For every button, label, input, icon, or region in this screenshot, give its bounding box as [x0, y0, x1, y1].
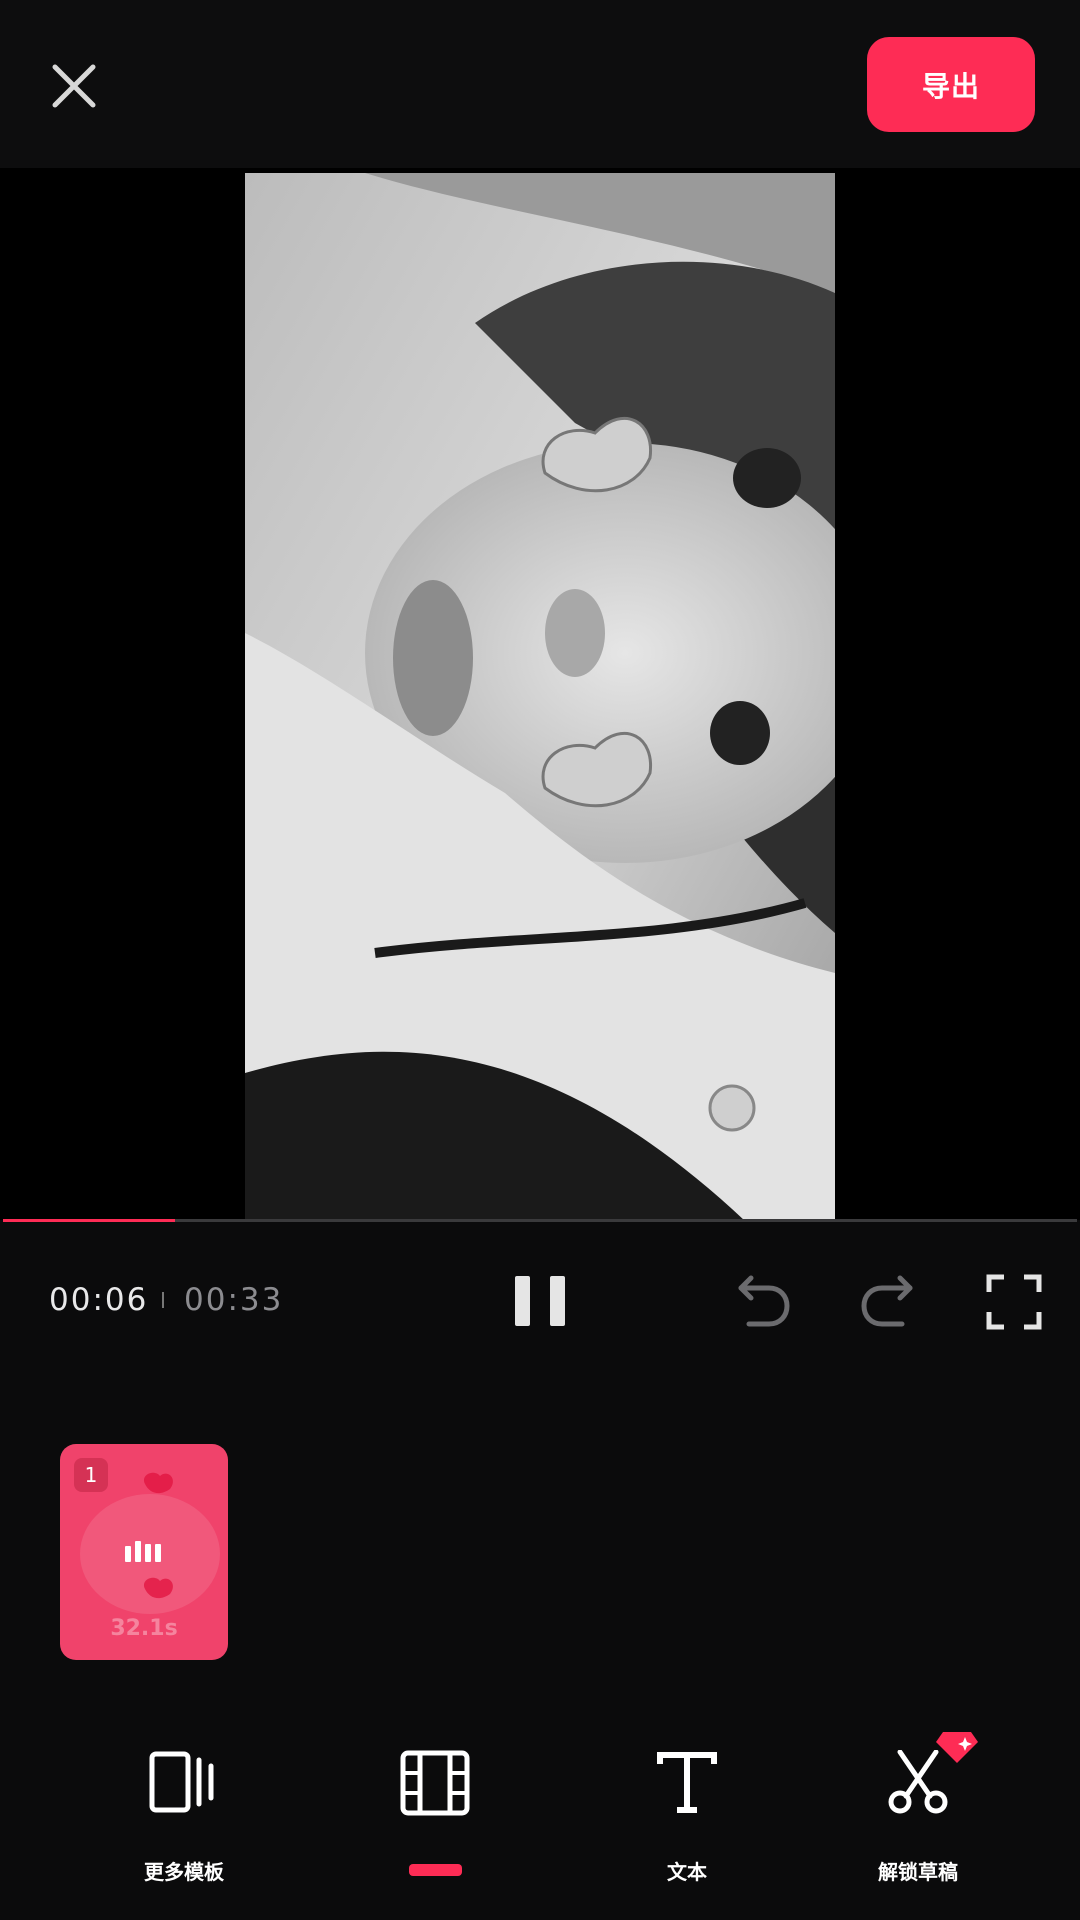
- video-thumbnail: [245, 173, 835, 1221]
- current-time: 00:06: [49, 1282, 149, 1318]
- video-preview-area: [0, 168, 1080, 1221]
- toolbar-label-unlock-draft: 解锁草稿: [878, 1860, 958, 1884]
- export-button[interactable]: 导出: [867, 37, 1035, 132]
- pause-button[interactable]: [515, 1276, 565, 1330]
- redo-button[interactable]: [860, 1272, 916, 1332]
- active-tab-indicator: [409, 1864, 462, 1876]
- toolbar-item-text[interactable]: [587, 1750, 787, 1818]
- clip-index-badge: 1: [74, 1458, 108, 1492]
- close-button[interactable]: [50, 62, 98, 110]
- clip-duration: 32.1s: [110, 1616, 178, 1641]
- undo-icon: [738, 1275, 790, 1327]
- fullscreen-icon: [986, 1274, 1042, 1330]
- top-bar: 导出: [0, 0, 1080, 168]
- toolbar-item-unlock-draft[interactable]: [818, 1749, 1018, 1818]
- undo-button[interactable]: [735, 1272, 791, 1332]
- redo-icon: [861, 1275, 913, 1327]
- toolbar-item-more-templates[interactable]: [84, 1750, 284, 1818]
- progress-bar[interactable]: [3, 1219, 1077, 1222]
- pause-icon: [515, 1276, 565, 1326]
- film-icon: [400, 1750, 470, 1816]
- progress-fill: [3, 1219, 175, 1222]
- total-time: 00:33: [184, 1282, 284, 1318]
- video-frame[interactable]: [245, 173, 835, 1221]
- toolbar-item-edit[interactable]: [335, 1750, 535, 1820]
- time-separator: [162, 1292, 164, 1308]
- template-icon: [149, 1751, 214, 1813]
- close-icon: [52, 64, 96, 108]
- diamond-icon: [936, 1732, 978, 1763]
- fullscreen-button[interactable]: [986, 1274, 1042, 1334]
- adjust-icon: [125, 1541, 161, 1562]
- toolbar-label-more-templates: 更多模板: [144, 1860, 224, 1884]
- timeline-clip[interactable]: 1 32.1s: [60, 1444, 228, 1660]
- text-icon: [657, 1752, 717, 1813]
- toolbar-label-text: 文本: [667, 1860, 707, 1884]
